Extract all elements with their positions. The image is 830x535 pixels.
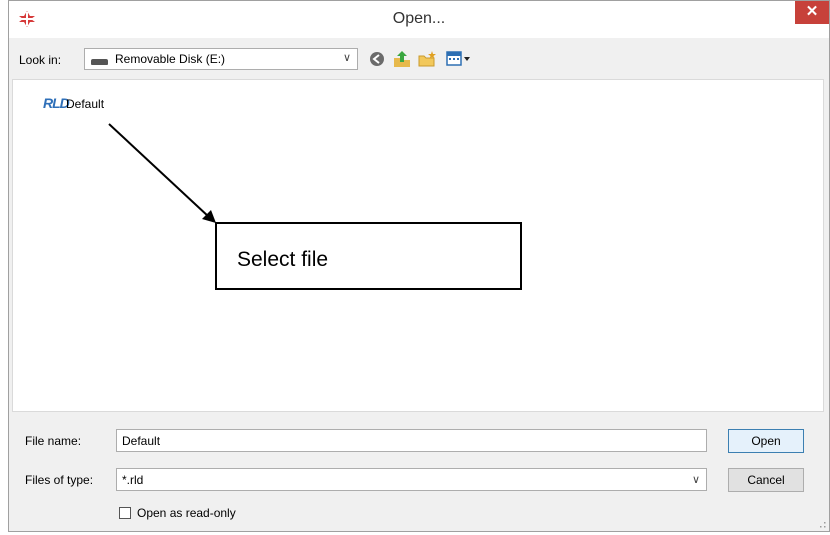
close-button[interactable]: ✕	[795, 1, 829, 24]
file-type-value: *.rld	[122, 473, 144, 487]
file-type-dropdown[interactable]: *.rld ∨	[116, 468, 707, 491]
select-file-callout: Select file	[215, 222, 522, 290]
chevron-down-icon: ∨	[342, 52, 351, 64]
file-name-value: Default	[122, 434, 161, 448]
file-list[interactable]: RLD Default Select file	[12, 79, 824, 412]
back-icon[interactable]	[367, 50, 387, 68]
resize-grip-icon[interactable]	[818, 520, 826, 528]
look-in-row: Look in: Removable Disk (E:) ∨	[9, 46, 829, 74]
cancel-button[interactable]: Cancel	[728, 468, 804, 492]
file-type-label: Files of type:	[25, 473, 94, 487]
look-in-value: Removable Disk (E:)	[115, 52, 226, 66]
file-name-input[interactable]: Default	[116, 429, 707, 452]
window-title: Open...	[392, 10, 446, 27]
file-name-label: File name:	[25, 434, 82, 448]
open-button[interactable]: Open	[728, 429, 804, 453]
read-only-checkbox[interactable]	[119, 507, 131, 519]
look-in-dropdown[interactable]: Removable Disk (E:) ∨	[84, 48, 358, 70]
chevron-down-icon: ∨	[691, 474, 700, 486]
look-in-label: Look in:	[19, 53, 62, 67]
callout-text: Select file	[237, 248, 329, 271]
open-dialog: Open... ✕ Look in: Removable Disk (E:) ∨	[8, 0, 830, 532]
new-folder-icon[interactable]	[417, 50, 437, 68]
title-bar[interactable]: Open... ✕	[9, 1, 829, 38]
up-folder-icon[interactable]	[392, 50, 412, 68]
view-menu-icon[interactable]	[445, 50, 471, 68]
read-only-label[interactable]: Open as read-only	[137, 506, 236, 520]
removable-disk-icon	[91, 59, 108, 65]
